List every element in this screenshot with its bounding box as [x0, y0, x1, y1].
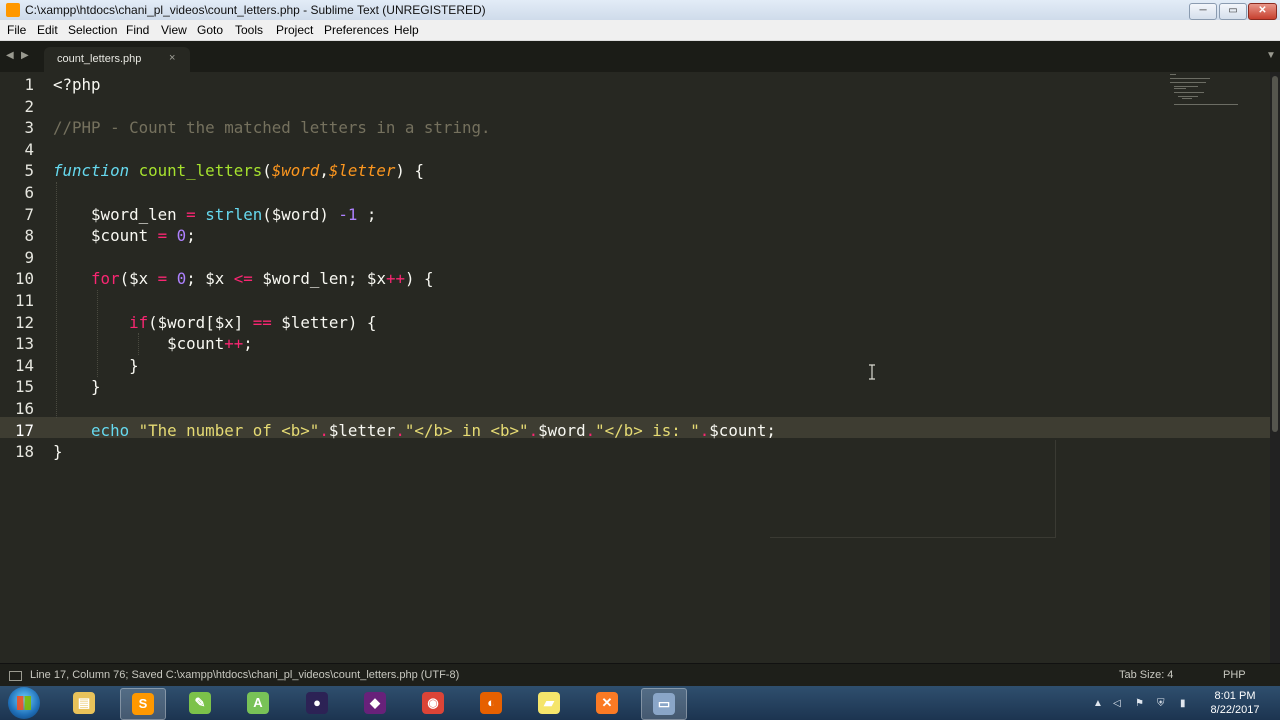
- tab-dropdown-icon[interactable]: ▼: [1266, 50, 1276, 61]
- taskbar-android-studio[interactable]: A: [236, 688, 280, 718]
- tray-action-center-icon[interactable]: ⚑: [1135, 698, 1144, 709]
- minimap[interactable]: [1168, 72, 1248, 112]
- tab-forward-icon[interactable]: ▶: [21, 50, 29, 61]
- taskbar-xampp[interactable]: ✕: [585, 688, 629, 718]
- line-number: 9: [24, 247, 34, 267]
- taskbar-notepad-plus-plus[interactable]: ✎: [178, 688, 222, 718]
- menu-edit[interactable]: Edit: [37, 23, 58, 37]
- line-number: 11: [14, 291, 34, 310]
- line-number: 6: [24, 183, 34, 202]
- tab-back-icon[interactable]: ◀: [6, 50, 14, 61]
- taskbar-firefox[interactable]: ◐: [469, 688, 513, 718]
- chrome-icon: ◉: [422, 692, 444, 714]
- code-line-18: }: [53, 442, 63, 462]
- title-bar: C:\xampp\htdocs\chani_pl_videos\count_le…: [0, 0, 1280, 20]
- windows-taskbar: ▤ S ✎ A ● ◆ ◉ ◐ ▰ ✕ ▭ ▲ ◁ ⚑ ⛨ ▮ 8:01 PM 8/22/2017: [0, 686, 1280, 720]
- sublime-text-icon: S: [132, 693, 154, 715]
- taskbar-file-explorer[interactable]: ▤: [62, 688, 106, 718]
- close-button[interactable]: ✕: [1248, 3, 1277, 20]
- minimize-button[interactable]: ─: [1189, 3, 1217, 20]
- file-explorer-icon: ▤: [73, 692, 95, 714]
- menu-preferences[interactable]: Preferences: [324, 23, 389, 37]
- taskbar-window-app[interactable]: ▭: [641, 688, 687, 720]
- taskbar-chrome[interactable]: ◉: [411, 688, 455, 718]
- tab-bar: ◀ ▶ count_letters.php × ▼: [0, 41, 1280, 72]
- code-line-3: //PHP - Count the matched letters in a s…: [53, 118, 491, 138]
- line-number: 14: [14, 355, 34, 375]
- taskbar-sticky-notes[interactable]: ▰: [527, 688, 571, 718]
- panel-toggle-icon[interactable]: [9, 671, 22, 681]
- code-line-1: <?php: [53, 75, 101, 94]
- taskbar-sublime-text[interactable]: S: [120, 688, 166, 720]
- vertical-scrollbar[interactable]: [1270, 72, 1280, 663]
- code-line-8: $count = 0;: [91, 226, 196, 246]
- visual-studio-icon: ◆: [364, 692, 386, 714]
- code-line-15: }: [91, 377, 101, 397]
- syntax-selector[interactable]: PHP: [1223, 669, 1246, 681]
- tray-show-hidden-icon[interactable]: ▲: [1093, 698, 1103, 709]
- menu-help[interactable]: Help: [394, 23, 419, 37]
- code-line-12: if($word[$x] == $letter) {: [129, 312, 377, 332]
- text-cursor-icon: [869, 364, 875, 380]
- selection-ghost-outline: [770, 440, 1056, 538]
- line-number: 18: [14, 442, 34, 462]
- code-line-13: $count++;: [167, 334, 253, 354]
- line-number: 15: [14, 377, 34, 397]
- line-number: 12: [14, 312, 34, 332]
- tab-count-letters[interactable]: count_letters.php ×: [44, 47, 190, 72]
- code-line-10: for($x = 0; $x <= $word_len; $x++) {: [91, 269, 434, 289]
- code-line-7: $word_len = strlen($word) -1 ;: [91, 204, 377, 224]
- line-number: 5: [24, 161, 34, 181]
- system-clock[interactable]: 8:01 PM 8/22/2017: [1200, 689, 1270, 717]
- sublime-app-icon: [6, 3, 20, 17]
- menu-project[interactable]: Project: [276, 23, 313, 37]
- menu-file[interactable]: File: [7, 23, 26, 37]
- menu-find[interactable]: Find: [126, 23, 149, 37]
- clock-time: 8:01 PM: [1214, 690, 1256, 702]
- line-number: 16: [14, 399, 34, 418]
- line-number: 3: [24, 118, 34, 138]
- menu-tools[interactable]: Tools: [235, 23, 263, 37]
- tray-volume-icon[interactable]: ◁: [1113, 698, 1121, 709]
- tab-close-icon[interactable]: ×: [169, 52, 175, 64]
- menu-view[interactable]: View: [161, 23, 187, 37]
- line-number: 2: [24, 96, 34, 116]
- window-title: C:\xampp\htdocs\chani_pl_videos\count_le…: [25, 3, 486, 17]
- line-number: 10: [14, 269, 34, 289]
- clock-date: 8/22/2017: [1210, 704, 1260, 716]
- menu-selection[interactable]: Selection: [68, 23, 117, 37]
- eclipse-icon: ●: [306, 692, 328, 714]
- tab-label: count_letters.php: [57, 53, 142, 65]
- tab-size-selector[interactable]: Tab Size: 4: [1119, 669, 1173, 681]
- notepad-plus-plus-icon: ✎: [189, 692, 211, 714]
- status-position: Line 17, Column 76; Saved C:\xampp\htdoc…: [30, 669, 460, 681]
- xampp-icon: ✕: [596, 692, 618, 714]
- line-number-gutter: 1 2 3 4 5 6 7 8 9 10 11 12 13 14 15 16 1…: [0, 72, 40, 663]
- taskbar-eclipse[interactable]: ●: [295, 688, 339, 718]
- firefox-icon: ◐: [480, 692, 502, 714]
- line-number: 8: [24, 226, 34, 246]
- code-line-17: echo "The number of <b>".$letter."</b> i…: [91, 420, 776, 440]
- line-number: 13: [14, 334, 34, 354]
- scrollbar-thumb[interactable]: [1272, 76, 1278, 432]
- status-bar: Line 17, Column 76; Saved C:\xampp\htdoc…: [0, 663, 1280, 687]
- tray-security-icon[interactable]: ⛨: [1157, 698, 1165, 709]
- code-line-14: }: [129, 355, 139, 375]
- menu-bar: File Edit Selection Find View Goto Tools…: [0, 20, 1280, 41]
- line-number: 4: [24, 139, 34, 159]
- menu-goto[interactable]: Goto: [197, 23, 223, 37]
- maximize-button[interactable]: ▭: [1219, 3, 1247, 20]
- line-number-current: 17: [14, 420, 34, 440]
- window-app-icon: ▭: [653, 693, 675, 715]
- line-number: 7: [24, 204, 34, 224]
- sticky-notes-icon: ▰: [538, 692, 560, 714]
- android-studio-icon: A: [247, 692, 269, 714]
- tray-network-icon[interactable]: ▮: [1180, 698, 1186, 709]
- code-editor[interactable]: 1 2 3 4 5 6 7 8 9 10 11 12 13 14 15 16 1…: [0, 72, 1280, 663]
- start-button[interactable]: [8, 687, 40, 719]
- taskbar-visual-studio[interactable]: ◆: [353, 688, 397, 718]
- code-line-5: function count_letters($word,$letter) {: [53, 161, 424, 181]
- line-number: 1: [24, 75, 34, 94]
